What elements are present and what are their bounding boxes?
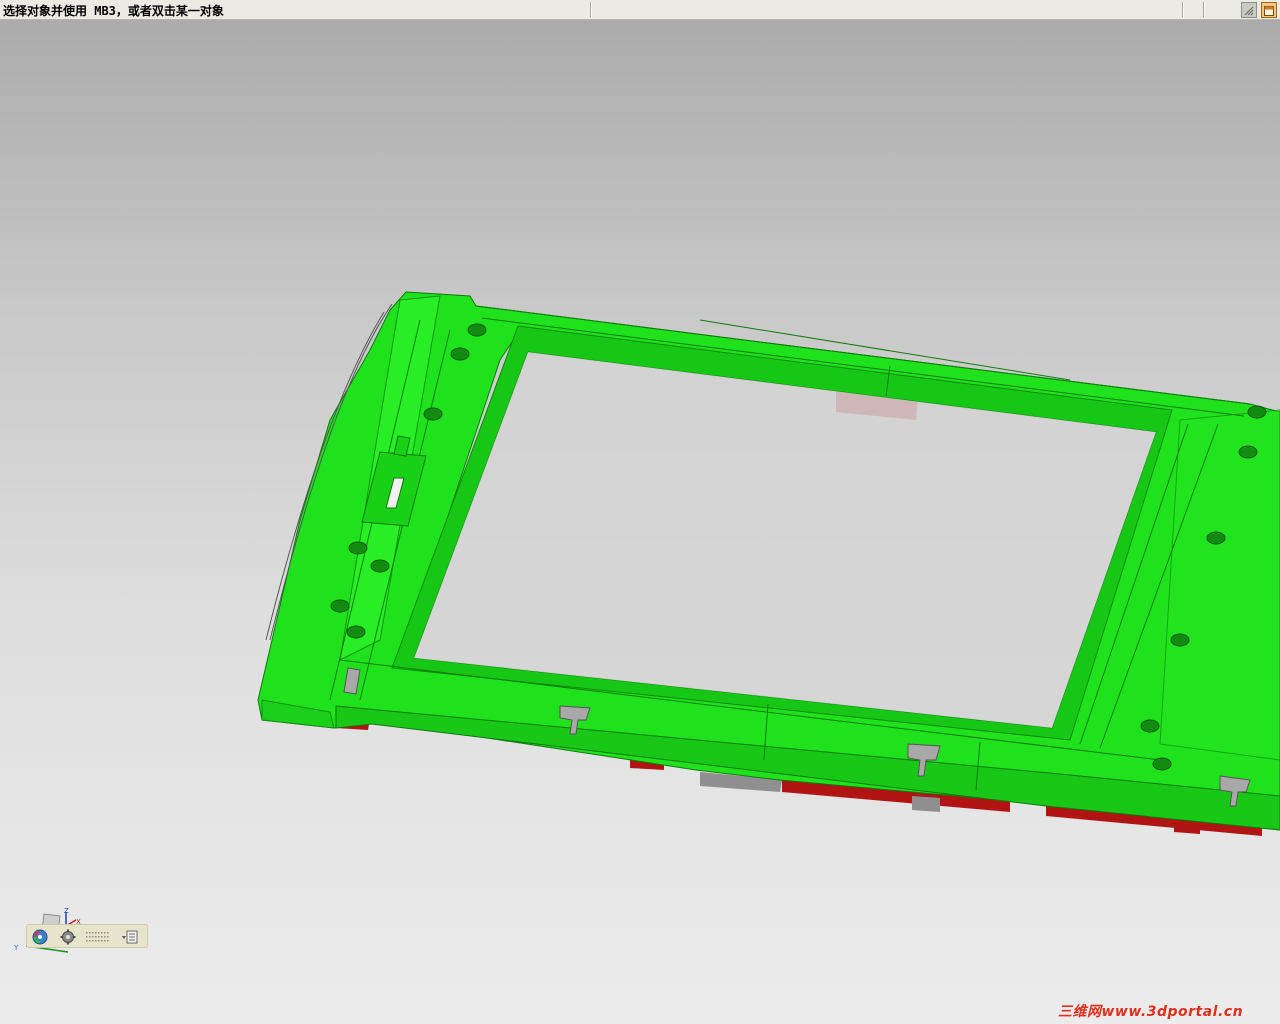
view-toolbar <box>26 924 148 948</box>
status-bar: 选择对象并使用 MB3，或者双击某一对象 <box>0 0 1280 20</box>
status-divider <box>1182 2 1183 17</box>
status-divider <box>590 2 591 17</box>
axis-y-label: Y <box>14 944 19 952</box>
status-grip-icon[interactable] <box>1241 2 1257 18</box>
3d-model-part[interactable] <box>0 0 1280 1024</box>
status-prompt: 选择对象并使用 MB3，或者双击某一对象 <box>3 4 224 18</box>
list-menu-icon[interactable] <box>121 928 139 946</box>
axis-z-label: Z <box>64 907 69 915</box>
status-divider <box>1203 2 1204 17</box>
window-toggle-icon[interactable] <box>1261 2 1277 18</box>
graphics-viewport[interactable]: 选择对象并使用 MB3，或者双击某一对象 Z X Y 三维网www.3dport… <box>0 0 1280 1024</box>
settings-gear-icon[interactable] <box>59 928 77 946</box>
grid-dots-icon[interactable] <box>85 928 111 946</box>
watermark-text: 三维网www.3dportal.cn <box>1058 1004 1244 1020</box>
orient-view-icon[interactable] <box>31 928 49 946</box>
